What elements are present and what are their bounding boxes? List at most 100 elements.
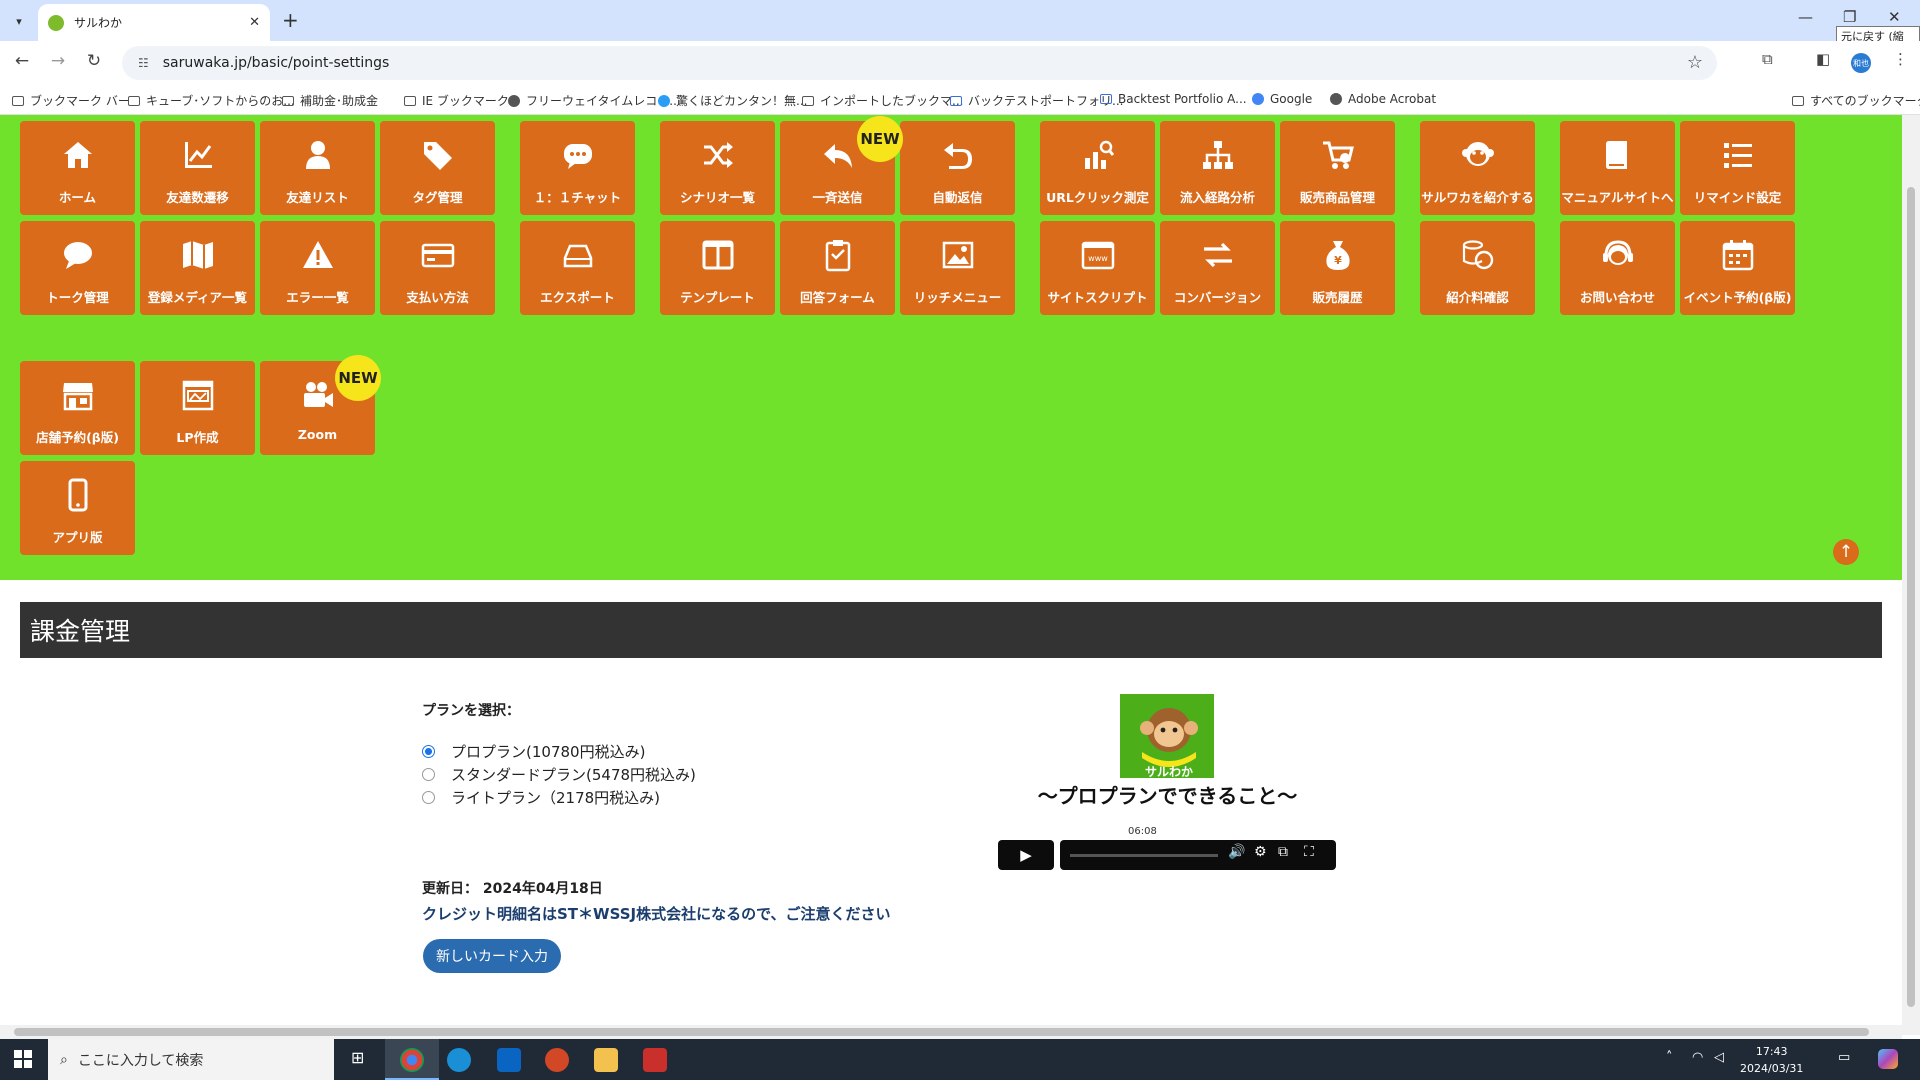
plan-option-standard[interactable]: スタンダードプラン(5478円税込み): [422, 764, 696, 785]
bookmark-item[interactable]: IE ブックマーク: [404, 92, 509, 109]
vertical-scrollbar[interactable]: [1902, 115, 1920, 1035]
network-icon[interactable]: ◠: [1692, 1050, 1703, 1065]
volume-tray-icon[interactable]: ◁: [1714, 1050, 1724, 1065]
reload-button[interactable]: ↻: [82, 51, 106, 71]
bookmark-star-icon[interactable]: ☆: [1687, 52, 1703, 73]
menu-tile[interactable]: LP作成: [140, 361, 255, 455]
video-caption: ～プロプランでできること～: [1037, 784, 1298, 808]
task-view-icon[interactable]: ⊞: [351, 1048, 364, 1067]
menu-tile[interactable]: コンバージョン: [1160, 221, 1275, 315]
volume-icon[interactable]: 🔊: [1228, 844, 1245, 860]
menu-tile[interactable]: １：１チャット: [520, 121, 635, 215]
menu-tile[interactable]: 回答フォーム: [780, 221, 895, 315]
minimize-button[interactable]: —: [1798, 8, 1813, 26]
menu-tile[interactable]: トーク管理: [20, 221, 135, 315]
menu-tile[interactable]: アプリ版: [20, 461, 135, 555]
powerpoint-app-icon[interactable]: [545, 1048, 569, 1072]
notifications-icon[interactable]: ▭: [1838, 1050, 1850, 1065]
menu-tile[interactable]: イベント予約(β版): [1680, 221, 1795, 315]
scroll-to-top-button[interactable]: ↑: [1833, 539, 1859, 565]
menu-tile[interactable]: 紹介料確認: [1420, 221, 1535, 315]
horizontal-scrollbar[interactable]: [0, 1025, 1902, 1039]
mobile-icon: [20, 477, 135, 513]
menu-tile[interactable]: 登録メディア一覧: [140, 221, 255, 315]
menu-tile[interactable]: 友達数遷移: [140, 121, 255, 215]
menu-tile-label: エラー一覧: [286, 290, 349, 305]
menu-tile[interactable]: リッチメニュー: [900, 221, 1015, 315]
tab-search-button[interactable]: ▾: [8, 10, 30, 32]
forward-button[interactable]: →: [46, 51, 70, 71]
menu-tile[interactable]: 自動返信: [900, 121, 1015, 215]
menu-tile[interactable]: エラー一覧: [260, 221, 375, 315]
menu-tile[interactable]: サルワカを紹介する: [1420, 121, 1535, 215]
plan-option-pro[interactable]: プロプラン(10780円税込み): [422, 741, 645, 762]
edge-app-icon[interactable]: [447, 1048, 471, 1072]
new-card-button[interactable]: 新しいカード入力: [423, 939, 561, 973]
menu-tile[interactable]: お問い合わせ: [1560, 221, 1675, 315]
menu-tile[interactable]: リマインド設定: [1680, 121, 1795, 215]
bookmark-item[interactable]: キューブ･ソフトからのお...: [128, 92, 295, 109]
menu-tile[interactable]: テンプレート: [660, 221, 775, 315]
bookmark-item[interactable]: 驚くほどカンタン！無...: [658, 92, 807, 109]
settings-gear-icon[interactable]: ⚙: [1254, 844, 1267, 860]
bookmark-item[interactable]: バックテストポートフォリ...: [950, 92, 1123, 109]
address-bar[interactable]: ☷ saruwaka.jp/basic/point-settings ☆: [122, 46, 1717, 80]
video-seek-bar[interactable]: [1070, 854, 1218, 857]
taskbar-clock[interactable]: 17:43 2024/03/31: [1740, 1043, 1803, 1077]
tab-close-icon[interactable]: ✕: [249, 15, 260, 30]
extensions-icon[interactable]: ⧉: [1762, 50, 1773, 68]
bookmark-item[interactable]: 補助金･助成金: [282, 92, 378, 109]
menu-tile[interactable]: 販売商品管理: [1280, 121, 1395, 215]
bookmark-item[interactable]: ブックマーク バー: [12, 92, 130, 109]
url-text: saruwaka.jp/basic/point-settings: [162, 55, 390, 71]
new-tab-button[interactable]: +: [282, 8, 299, 32]
side-panel-icon[interactable]: ◧: [1816, 50, 1830, 68]
play-button[interactable]: ▶: [998, 840, 1054, 870]
vertical-scroll-thumb[interactable]: [1907, 187, 1915, 1007]
menu-tile-label: 一斉送信: [812, 190, 863, 205]
menu-tile[interactable]: タグ管理: [380, 121, 495, 215]
fullscreen-icon[interactable]: ⛶: [1304, 844, 1314, 860]
menu-tile[interactable]: シナリオ一覧: [660, 121, 775, 215]
plan-radio-pro[interactable]: [422, 745, 435, 758]
bookmark-item[interactable]: フリーウェイタイムレコー...: [508, 92, 681, 109]
menu-tile[interactable]: ¥ 販売履歴: [1280, 221, 1395, 315]
embedded-video[interactable]: サルわか ～プロプランでできること～ ▶ 06:08 🔊 ⚙ ⧉ ⛶: [990, 680, 1345, 878]
restore-button[interactable]: ❐: [1843, 8, 1856, 26]
menu-tile[interactable]: www サイトスクリプト: [1040, 221, 1155, 315]
back-button[interactable]: ←: [10, 51, 34, 71]
copilot-icon[interactable]: [1878, 1049, 1898, 1069]
menu-tile[interactable]: 店舗予約(β版): [20, 361, 135, 455]
pip-icon[interactable]: ⧉: [1278, 844, 1288, 860]
bookmark-item[interactable]: Adobe Acrobat: [1330, 92, 1436, 106]
windows-start-button[interactable]: [14, 1050, 32, 1068]
menu-tile[interactable]: マニュアルサイトへ: [1560, 121, 1675, 215]
menu-tile[interactable]: 友達リスト: [260, 121, 375, 215]
all-bookmarks-folder[interactable]: すべてのブックマーク: [1792, 92, 1920, 109]
menu-tile[interactable]: URLクリック測定: [1040, 121, 1155, 215]
close-window-button[interactable]: ✕: [1888, 8, 1901, 26]
plan-radio-light[interactable]: [422, 791, 435, 804]
acrobat-app-icon[interactable]: [643, 1048, 667, 1072]
menu-tile[interactable]: 支払い方法: [380, 221, 495, 315]
menu-tile[interactable]: エクスポート: [520, 221, 635, 315]
menu-tile[interactable]: ホーム: [20, 121, 135, 215]
tray-chevron-icon[interactable]: ˄: [1666, 1050, 1673, 1065]
bookmark-item[interactable]: Google: [1252, 92, 1312, 106]
more-menu-icon[interactable]: ⋮: [1893, 50, 1908, 68]
bookmark-item[interactable]: Backtest Portfolio A...: [1100, 92, 1247, 106]
site-favicon-icon: [48, 14, 64, 31]
bookmark-item[interactable]: インポートしたブックマ...: [802, 92, 963, 109]
chrome-app-icon[interactable]: [400, 1048, 424, 1072]
menu-tile[interactable]: 流入経路分析: [1160, 121, 1275, 215]
browser-tab[interactable]: サルわか ✕: [38, 4, 270, 41]
updated-date: 更新日： 2024年04月18日: [422, 881, 603, 897]
plan-option-light[interactable]: ライトプラン（2178円税込み): [422, 787, 660, 808]
horizontal-scroll-thumb[interactable]: [14, 1028, 1869, 1036]
file-explorer-app-icon[interactable]: [594, 1048, 618, 1072]
site-info-icon[interactable]: ☷: [138, 56, 149, 70]
outlook-app-icon[interactable]: [497, 1048, 521, 1072]
profile-avatar[interactable]: 和也: [1851, 53, 1871, 73]
taskbar-search[interactable]: ⌕ ここに入力して検索: [48, 1039, 334, 1080]
plan-radio-standard[interactable]: [422, 768, 435, 781]
